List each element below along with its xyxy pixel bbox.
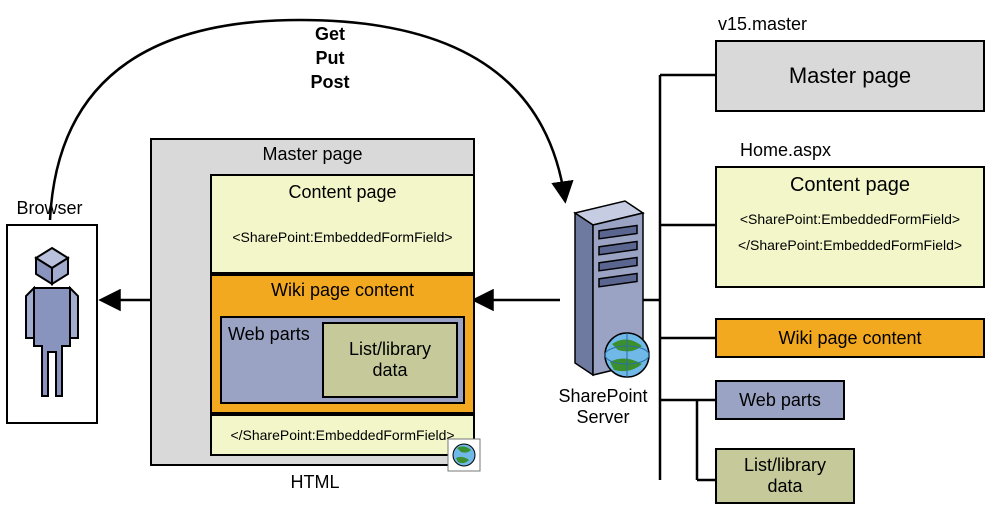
right-open-tag: <SharePoint:EmbeddedFormField> [717,211,983,227]
right-content-box: Content page <SharePoint:EmbeddedFormFie… [715,166,985,288]
center-wiki-label: Wiki page content [212,276,473,301]
right-listlib-label: List/library data [744,455,826,497]
center-master-label: Master page [152,140,473,165]
center-content-box: Content page <SharePoint:EmbeddedFormFie… [210,174,475,274]
center-close-tag-box: </SharePoint:EmbeddedFormField> [210,414,475,456]
right-master-label: Master page [789,63,911,89]
center-close-tag: </SharePoint:EmbeddedFormField> [230,427,454,443]
right-master-file-label: v15.master [718,14,838,35]
center-listlib-label: List/library data [349,339,431,381]
right-webparts-label: Web parts [739,390,821,411]
server-globe-icon [602,330,652,380]
browser-box [6,224,98,424]
globe-icon [447,438,481,472]
http-put-label: Put [290,48,370,69]
right-master-box: Master page [715,40,985,112]
server-label: SharePoint Server [548,386,658,428]
right-listlib-box: List/library data [715,448,855,504]
http-post-label: Post [290,72,370,93]
right-wiki-label: Wiki page content [778,328,921,349]
right-close-tag: </SharePoint:EmbeddedFormField> [717,237,983,253]
center-html-label: HTML [255,472,375,493]
center-webparts-label: Web parts [222,318,310,345]
right-content-file-label: Home.aspx [740,140,880,161]
browser-label: Browser [2,198,97,219]
right-wiki-box: Wiki page content [715,318,985,358]
http-get-label: Get [290,24,370,45]
center-listlib-box: List/library data [322,322,458,398]
center-content-label: Content page [212,176,473,203]
person-icon [8,226,96,422]
center-open-tag: <SharePoint:EmbeddedFormField> [212,229,473,245]
right-content-label: Content page [717,168,983,197]
right-webparts-box: Web parts [715,380,845,420]
